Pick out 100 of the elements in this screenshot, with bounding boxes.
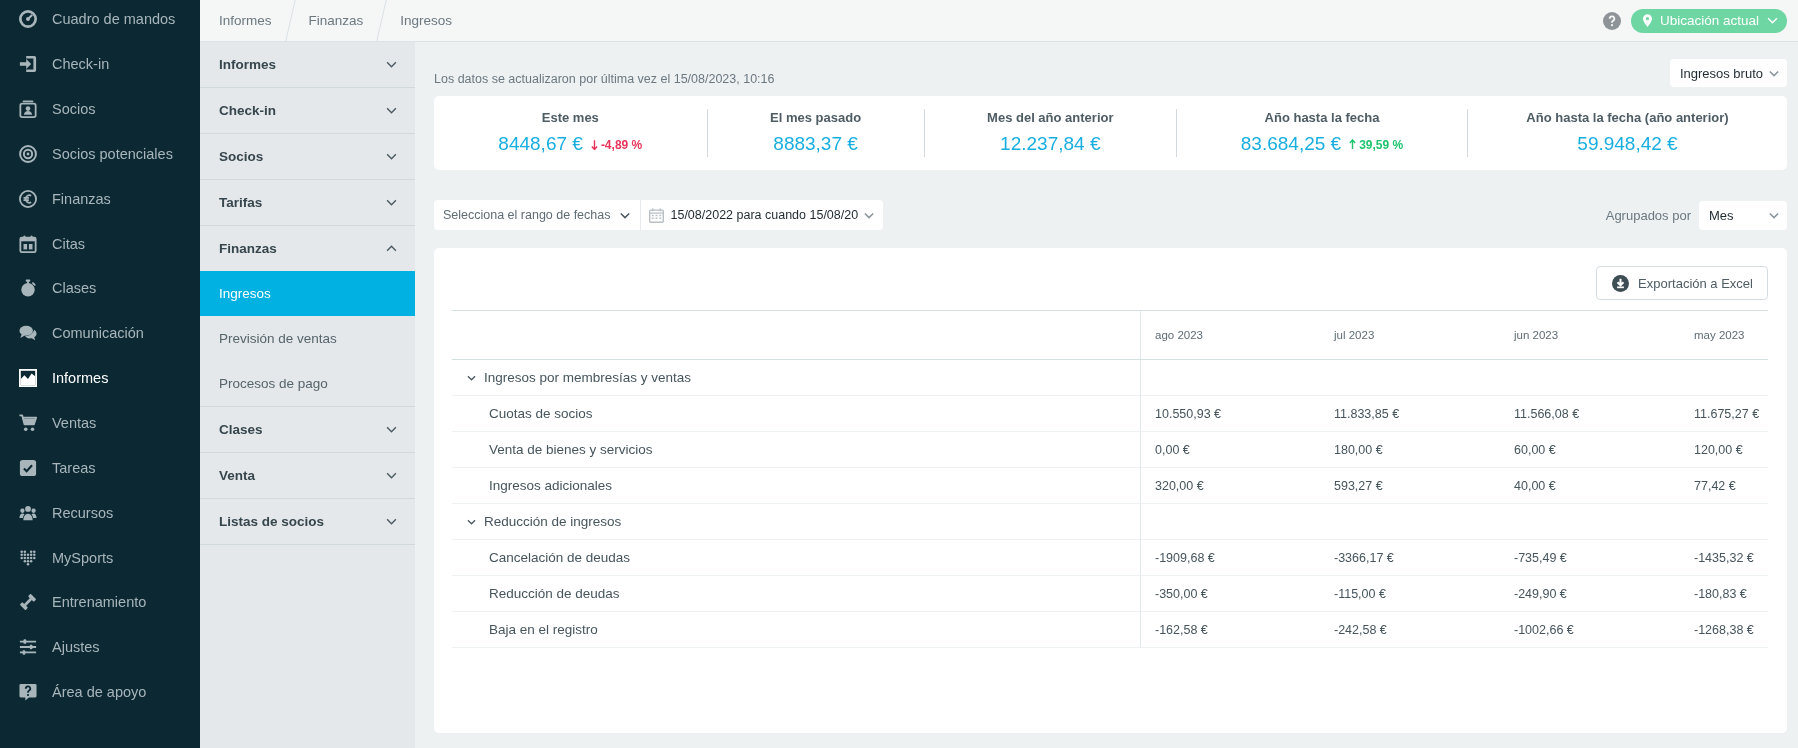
submenu-section[interactable]: Informes bbox=[200, 42, 415, 87]
area-chart-icon bbox=[19, 369, 37, 388]
sidebar-item[interactable]: Citas bbox=[0, 221, 200, 267]
help-button[interactable] bbox=[1602, 11, 1621, 30]
table-cell: -350,00 € bbox=[1155, 586, 1208, 601]
stopwatch-icon bbox=[19, 279, 37, 298]
submenu-section[interactable]: Clases bbox=[200, 407, 415, 452]
breadcrumb-link[interactable]: Ingresos bbox=[387, 0, 466, 41]
sidebar-item[interactable]: Cuadro de mandos bbox=[0, 0, 200, 42]
sidebar-item[interactable]: Clases bbox=[0, 266, 200, 311]
table-cell: -1002,66 € bbox=[1514, 622, 1574, 637]
table-cell: -1909,68 € bbox=[1155, 550, 1215, 565]
dot-grid-icon bbox=[19, 548, 37, 567]
table-cell: -1268,38 € bbox=[1694, 622, 1754, 637]
sidebar-item[interactable]: Entrenamiento bbox=[0, 579, 200, 625]
row-group-toggle[interactable]: Reducción de ingresos bbox=[467, 514, 622, 529]
sidebar-item[interactable]: Ajustes bbox=[0, 624, 200, 670]
submenu-item[interactable]: Procesos de pago bbox=[200, 361, 415, 406]
kpi-value: 83.684,25 € bbox=[1240, 132, 1342, 156]
chevron-down-icon bbox=[864, 211, 875, 219]
chevron-down-icon bbox=[386, 61, 397, 68]
calendar-icon bbox=[649, 207, 665, 223]
row-group-toggle[interactable]: Ingresos por membresías y ventas bbox=[467, 370, 692, 385]
sidebar-item[interactable]: Área de apoyo bbox=[0, 669, 200, 715]
people-icon bbox=[19, 503, 37, 522]
chevron-down-icon bbox=[467, 374, 476, 381]
export-button[interactable]: Exportación a Excel bbox=[1596, 266, 1768, 300]
table-cell: 120,00 € bbox=[1694, 442, 1743, 457]
breadcrumb-link[interactable]: Finanzas bbox=[295, 0, 377, 41]
pin-icon bbox=[1642, 14, 1652, 27]
help-icon bbox=[1602, 11, 1621, 30]
chat-icon bbox=[19, 324, 37, 343]
kpi-label: Año hasta la fecha bbox=[1264, 110, 1380, 126]
sidebar-item[interactable]: Finanzas bbox=[0, 176, 200, 222]
sidebar-item[interactable]: Socios potenciales bbox=[0, 131, 200, 177]
table-cell: 593,27 € bbox=[1334, 478, 1383, 493]
column-header: may 2023 bbox=[1694, 329, 1745, 341]
sidebar-item[interactable]: Recursos bbox=[0, 490, 200, 536]
dumbbell-icon bbox=[19, 593, 37, 612]
table-cell: -3366,17 € bbox=[1334, 550, 1394, 565]
sidebar-item[interactable]: Comunicación bbox=[0, 310, 200, 356]
chevron-down-icon bbox=[620, 211, 631, 219]
row-label: Cuotas de socios bbox=[489, 406, 593, 421]
breadcrumb-link[interactable]: Informes bbox=[200, 0, 285, 41]
revenue-type-dropdown[interactable]: Ingresos bruto bbox=[1669, 59, 1787, 87]
chevron-down-icon bbox=[386, 153, 397, 160]
sign-in-icon bbox=[19, 55, 37, 74]
group-by-label: Agrupados por bbox=[1605, 207, 1691, 223]
sidebar-item[interactable]: Socios bbox=[0, 86, 200, 132]
euro-icon bbox=[19, 189, 37, 208]
kpi-label: Año hasta la fecha (año anterior) bbox=[1526, 110, 1729, 126]
kpi-value: 59.948,42 € bbox=[1577, 132, 1678, 156]
table-cell: 40,00 € bbox=[1514, 478, 1556, 493]
chevron-down-icon bbox=[386, 199, 397, 206]
group-by-dropdown[interactable]: Mes bbox=[1699, 200, 1787, 230]
checkbox-icon bbox=[19, 458, 37, 477]
gauge-icon bbox=[19, 10, 37, 29]
cart-icon bbox=[19, 414, 37, 432]
submenu-section[interactable]: Tarifas bbox=[200, 180, 415, 225]
submenu-section[interactable]: Venta bbox=[200, 453, 415, 498]
chevron-down-icon bbox=[386, 107, 397, 114]
chevron-down-icon bbox=[467, 518, 476, 525]
chevron-down-icon bbox=[1767, 17, 1778, 24]
person-card-icon bbox=[19, 100, 37, 119]
date-field[interactable]: 15/08/2022 para cuando 15/08/20 bbox=[640, 200, 884, 230]
submenu-section[interactable]: Finanzas bbox=[200, 226, 415, 271]
date-range-dropdown[interactable]: Selecciona el rango de fechas bbox=[434, 200, 641, 230]
table-cell: -249,90 € bbox=[1514, 586, 1567, 601]
table-cell: -735,49 € bbox=[1514, 550, 1567, 565]
row-label: Ingresos adicionales bbox=[489, 478, 613, 493]
table-cell: 11.566,08 € bbox=[1514, 406, 1580, 421]
chevron-down-icon bbox=[386, 518, 397, 525]
sidebar-item[interactable]: Check-in bbox=[0, 41, 200, 87]
table-cell: -1435,32 € bbox=[1694, 550, 1754, 565]
chevron-down-icon bbox=[386, 472, 397, 479]
kpi-label: Mes del año anterior bbox=[987, 110, 1114, 126]
submenu-section[interactable]: Socios bbox=[200, 134, 415, 179]
table-cell: 60,00 € bbox=[1514, 442, 1556, 457]
sidebar-item[interactable]: Tareas bbox=[0, 445, 200, 491]
row-label: Reducción de deudas bbox=[489, 586, 620, 601]
last-updated-text: Los datos se actualizaron por última vez el 15/08/2023, 10:16 bbox=[434, 72, 775, 86]
kpi-label: Este mes bbox=[541, 110, 599, 126]
submenu-item[interactable]: Previsión de ventas bbox=[200, 316, 415, 361]
sidebar-item[interactable]: Informes bbox=[0, 355, 200, 401]
sidebar-item[interactable]: Ventas bbox=[0, 400, 200, 446]
column-header: jul 2023 bbox=[1334, 329, 1375, 341]
chevron-up-icon bbox=[386, 245, 397, 252]
calendar-icon bbox=[19, 234, 37, 253]
submenu-section[interactable]: Listas de socios bbox=[200, 499, 415, 544]
kpi-value: 8883,37 € bbox=[773, 132, 858, 156]
help-bubble-icon bbox=[19, 683, 37, 702]
sidebar-item[interactable]: MySports bbox=[0, 535, 200, 580]
kpi-value: 12.237,84 € bbox=[1000, 132, 1101, 156]
table-cell: 320,00 € bbox=[1155, 478, 1204, 493]
sliders-icon bbox=[19, 638, 37, 657]
table-cell: -180,83 € bbox=[1694, 586, 1747, 601]
change-percent: -4,89 % bbox=[600, 137, 643, 152]
target-icon bbox=[19, 144, 37, 163]
submenu-section[interactable]: Check-in bbox=[200, 88, 415, 133]
column-header: ago 2023 bbox=[1155, 329, 1203, 341]
